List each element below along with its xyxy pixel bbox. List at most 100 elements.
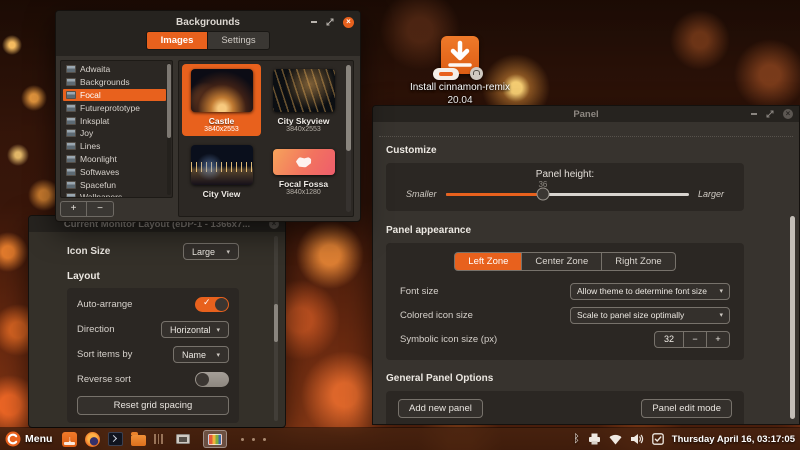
panel-edit-mode-button[interactable]: Panel edit mode [641,399,732,418]
lock-emblem-icon [470,67,483,80]
backgrounds-window: Backgrounds × Images Settings Adwaita Ba… [55,10,361,222]
panel-titlebar[interactable]: Panel × [373,106,799,122]
folder-item-selected[interactable]: Focal [63,89,166,102]
folder-item[interactable]: Lines [63,140,166,153]
wallpaper-tile[interactable]: City View [182,140,261,202]
reverse-sort-label: Reverse sort [77,374,131,385]
installer-icon-label: Install cinnamon-remix 20.04 [408,82,512,107]
font-size-dropdown[interactable]: Allow theme to determine font size ▾ [570,283,730,300]
folder-list-scrollbar[interactable] [167,63,171,195]
panel-appearance-card: Left Zone Center Zone Right Zone Font si… [386,243,744,360]
monitor-layout-window: Current Monitor Layout (eDP-1 - 1366x7..… [28,215,286,428]
folder-item[interactable]: Softwaves [63,165,166,178]
reset-grid-spacing-button[interactable]: Reset grid spacing [77,396,229,415]
wallpaper-name: City View [203,189,241,199]
folder-item[interactable]: Moonlight [63,153,166,166]
spinner-decrease-button[interactable]: − [684,331,707,348]
clock[interactable]: Thursday April 16, 03:17:05 [672,434,795,445]
chevron-down-icon: ▾ [216,326,220,334]
panel-scrollbar[interactable] [790,216,795,419]
icon-size-dropdown[interactable]: Large ▾ [183,243,239,260]
scrollbar-handle[interactable] [346,65,351,151]
printer-icon[interactable] [588,433,601,445]
general-options-heading: General Panel Options [386,373,744,384]
wallpaper-resolution: 3840x2553 [204,126,239,133]
city-view-thumbnail [191,145,253,185]
check-icon: ✓ [203,297,211,308]
scrollbar-handle[interactable] [167,64,171,138]
panel-height-card: Panel height: Smaller 36 Larger [386,163,744,211]
folder-label: Backgrounds [80,77,130,87]
sort-items-row: Sort items by Name ▾ [77,342,229,367]
folder-add-remove: + − [60,201,173,217]
folder-item[interactable]: Wallpapers [63,191,166,198]
taskbar-launchers: ↓ [62,430,266,448]
cinnamon-menu-icon [5,431,21,447]
wallpaper-tile[interactable]: Focal Fossa 3840x1280 [264,144,343,199]
wallpaper-tile-selected[interactable]: Castle 3840x2553 [182,64,261,136]
panel-height-slider[interactable]: 36 [446,193,689,196]
bluetooth-icon[interactable]: ᛒ [573,434,580,445]
spinner-value[interactable]: 32 [654,331,684,348]
maximize-icon[interactable] [766,110,774,118]
add-folder-button[interactable]: + [60,201,87,217]
firefox-icon[interactable] [85,432,100,447]
tab-settings[interactable]: Settings [208,31,270,50]
window-button-backgrounds[interactable] [203,430,227,448]
folder-item[interactable]: Joy [63,127,166,140]
folder-sidebar: Adwaita Backgrounds Focal Futureprototyp… [60,60,173,217]
wallpaper-resolution: 3840x1280 [286,189,321,196]
remove-folder-button[interactable]: − [87,201,114,217]
menu-button[interactable]: Menu [5,431,52,447]
folder-item[interactable]: Backgrounds [63,76,166,89]
installer-desktop-icon[interactable]: Install cinnamon-remix 20.04 [408,36,512,107]
auto-arrange-toggle[interactable]: ✓ [195,297,229,312]
window-button-screenshot[interactable] [171,430,195,448]
slider-handle[interactable] [536,188,549,201]
close-icon[interactable]: × [783,109,793,119]
network-icon[interactable] [609,434,622,445]
chevron-down-icon: ▾ [216,351,220,359]
panel-height-slider-row: Smaller 36 Larger [396,189,734,199]
wallpaper-grid-panel: Castle 3840x2553 City Skyview 3840x2553 … [178,60,354,217]
tab-images[interactable]: Images [146,31,208,50]
panel-height-label: Panel height: [396,169,734,180]
direction-dropdown[interactable]: Horizontal ▾ [161,321,229,338]
dimmed-applet-icon[interactable] [154,434,163,444]
tab-left-zone[interactable]: Left Zone [454,252,522,271]
colored-icon-dropdown[interactable]: Scale to panel size optimally ▾ [570,307,730,324]
minimize-icon[interactable] [751,113,757,115]
image-icon [66,117,76,125]
tools-emblem-icon [433,68,459,80]
wallpaper-tile[interactable]: City Skyview 3840x2553 [264,64,343,136]
castle-thumbnail [191,69,253,112]
layout-section-heading: Layout [67,271,239,282]
notifications-icon[interactable] [652,433,664,445]
close-icon[interactable]: × [343,17,354,28]
toggle-knob [215,298,228,311]
tab-center-zone[interactable]: Center Zone [522,252,602,271]
add-new-panel-button[interactable]: Add new panel [398,399,483,418]
terminal-icon[interactable] [108,432,123,446]
folder-item[interactable]: Spacefun [63,178,166,191]
files-icon[interactable] [131,435,146,446]
folder-item[interactable]: Futureprototype [63,101,166,114]
layout-scrollbar[interactable] [274,236,278,421]
folder-item[interactable]: Adwaita [63,63,166,76]
font-size-row: Font size Allow theme to determine font … [400,279,730,303]
tab-right-zone[interactable]: Right Zone [602,252,675,271]
installer-launcher-icon[interactable]: ↓ [62,432,77,447]
folder-label: Futureprototype [80,103,140,113]
maximize-icon[interactable] [326,18,334,26]
sort-items-dropdown[interactable]: Name ▾ [173,346,229,363]
folder-item[interactable]: Inksplat [63,114,166,127]
minimize-icon[interactable] [311,21,317,23]
scrollbar-handle[interactable] [274,304,278,342]
toggle-knob [196,373,209,386]
backgrounds-titlebar[interactable]: Backgrounds × [56,13,360,31]
volume-icon[interactable] [630,433,644,445]
reverse-sort-toggle[interactable] [195,372,229,387]
spinner-increase-button[interactable]: + [707,331,730,348]
slider-min-label: Smaller [406,189,437,199]
wallpaper-grid-scrollbar[interactable] [346,65,351,212]
